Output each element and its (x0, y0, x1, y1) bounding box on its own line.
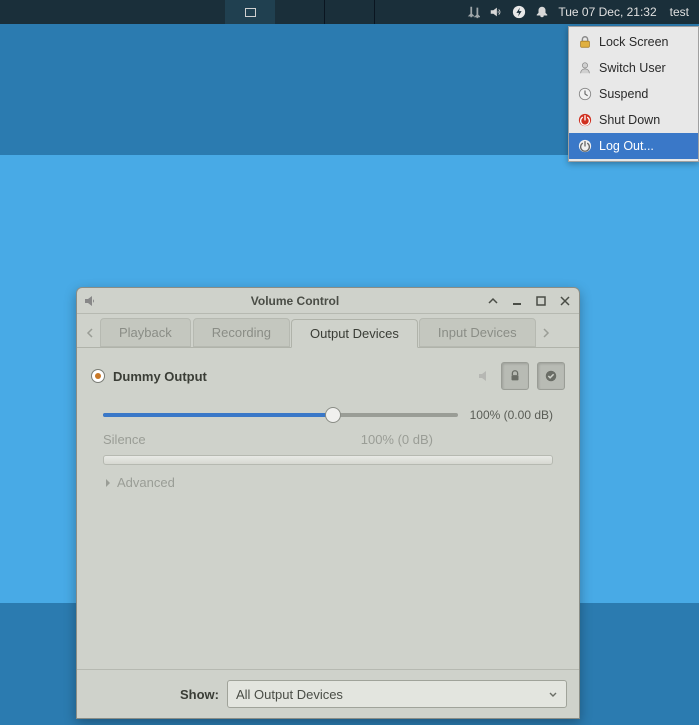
tab-scroll-right[interactable] (537, 320, 555, 346)
user-icon (577, 60, 593, 76)
slider-thumb[interactable] (325, 407, 341, 423)
close-button[interactable] (557, 293, 573, 309)
user-menu: Lock Screen Switch User Suspend Shut Dow… (568, 26, 699, 162)
chevron-down-icon (548, 687, 558, 702)
menu-label: Shut Down (599, 113, 660, 127)
show-dropdown[interactable]: All Output Devices (227, 680, 567, 708)
tab-scroll-left[interactable] (81, 320, 99, 346)
window-icon (245, 8, 256, 17)
power-manager-icon[interactable] (512, 5, 526, 19)
show-label: Show: (89, 687, 219, 702)
volume-icon[interactable] (489, 5, 503, 19)
top-panel: Tue 07 Dec, 21:32 test (0, 0, 699, 24)
panel-left (0, 0, 460, 24)
advanced-label: Advanced (117, 475, 175, 490)
menu-switch-user[interactable]: Switch User (569, 55, 698, 81)
power-icon (577, 112, 593, 128)
power-icon (577, 138, 593, 154)
silence-row: Silence 100% (0 dB) (103, 432, 553, 447)
content-spacer (91, 490, 565, 655)
tabs: Playback Recording Output Devices Input … (77, 314, 579, 348)
silence-label: Silence (103, 432, 146, 447)
taskbar-active-task[interactable] (225, 0, 275, 24)
tab-playback[interactable]: Playback (100, 318, 191, 347)
device-header: Dummy Output (91, 362, 565, 390)
menu-label: Suspend (599, 87, 648, 101)
device-name: Dummy Output (113, 369, 469, 384)
menu-label: Lock Screen (599, 35, 668, 49)
tab-output-devices[interactable]: Output Devices (291, 319, 418, 348)
footer: Show: All Output Devices (77, 669, 579, 718)
speaker-icon (477, 368, 493, 384)
tab-input-devices[interactable]: Input Devices (419, 318, 536, 347)
menu-label: Switch User (599, 61, 666, 75)
slider-fill (103, 413, 333, 417)
lock-channels-button[interactable] (501, 362, 529, 390)
default-device-radio[interactable] (91, 369, 105, 383)
window-menu-button[interactable] (485, 293, 501, 309)
minimize-button[interactable] (509, 293, 525, 309)
menu-log-out[interactable]: Log Out... (569, 133, 698, 159)
notifications-icon[interactable] (535, 5, 549, 19)
window-title: Volume Control (105, 294, 485, 308)
volume-slider-row: 100% (0.00 dB) (103, 408, 553, 422)
lock-icon (577, 34, 593, 50)
tab-content: Dummy Output 100% (0.00 dB) Silence 100%… (77, 348, 579, 669)
clock-icon (577, 86, 593, 102)
network-icon[interactable] (466, 5, 480, 19)
titlebar[interactable]: Volume Control (77, 288, 579, 314)
menu-suspend[interactable]: Suspend (569, 81, 698, 107)
volume-control-window: Volume Control Playback Recording Output… (76, 287, 580, 719)
panel-user[interactable]: test (666, 5, 693, 19)
app-icon (83, 293, 99, 309)
tab-recording[interactable]: Recording (193, 318, 290, 347)
maximize-button[interactable] (533, 293, 549, 309)
volume-value: 100% (0.00 dB) (470, 408, 553, 422)
menu-shut-down[interactable]: Shut Down (569, 107, 698, 133)
dropdown-value: All Output Devices (236, 687, 343, 702)
panel-tray: Tue 07 Dec, 21:32 test (460, 0, 699, 24)
window-controls (485, 293, 573, 309)
level-meter (103, 455, 553, 465)
panel-clock[interactable]: Tue 07 Dec, 21:32 (558, 5, 656, 19)
menu-label: Log Out... (599, 139, 654, 153)
volume-slider[interactable] (103, 413, 458, 417)
taskbar-slot (325, 0, 375, 24)
menu-lock-screen[interactable]: Lock Screen (569, 29, 698, 55)
taskbar-slot (275, 0, 325, 24)
silence-value: 100% (0 dB) (361, 432, 433, 447)
advanced-expander[interactable]: Advanced (103, 475, 553, 490)
set-fallback-button[interactable] (537, 362, 565, 390)
